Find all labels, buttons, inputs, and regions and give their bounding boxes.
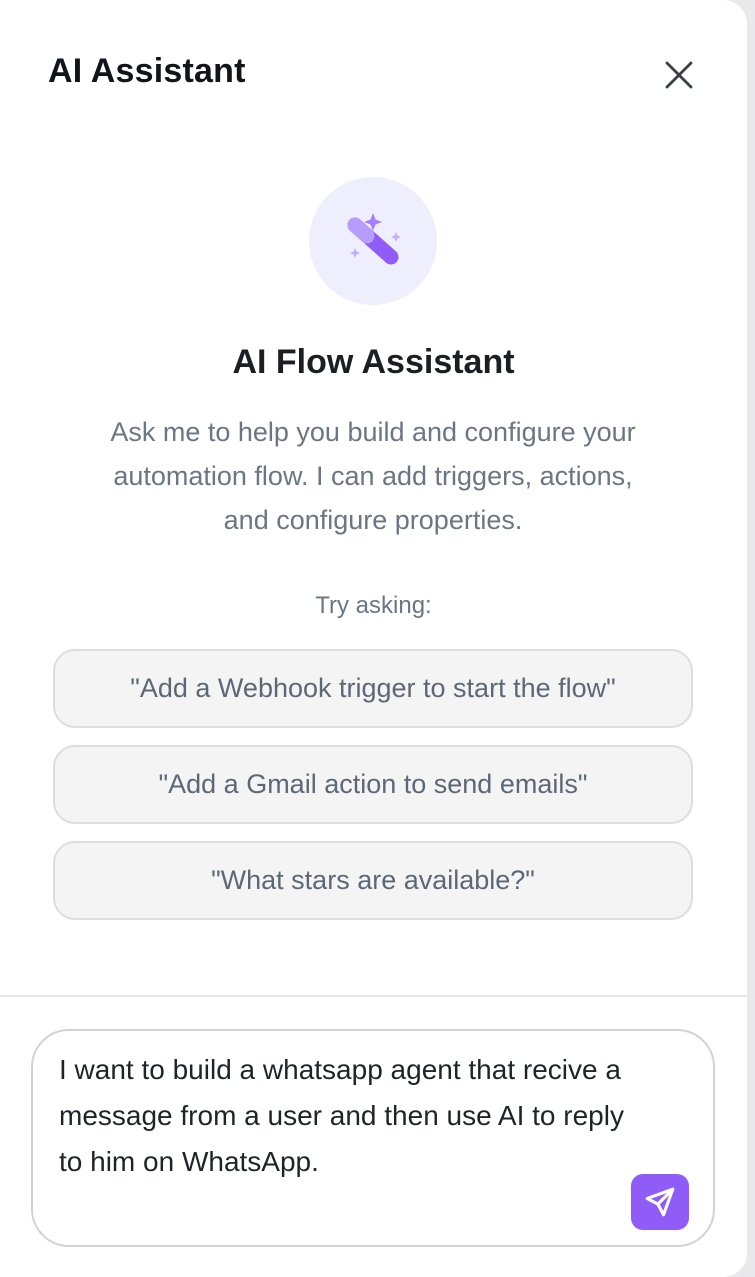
try-asking-label: Try asking: (315, 592, 432, 619)
suggestion-webhook-trigger[interactable]: "Add a Webhook trigger to start the flow… (53, 649, 693, 728)
hero-description: Ask me to help you build and configure y… (110, 417, 636, 535)
send-icon (645, 1187, 675, 1217)
panel-title: AI Assistant (48, 52, 246, 90)
message-input[interactable]: I want to build a whatsapp agent that re… (59, 1047, 629, 1185)
suggestion-available-stars[interactable]: "What stars are available?" (53, 841, 693, 920)
ai-assistant-panel: AI Assistant AI Flow Assistant Ask me to… (0, 0, 747, 1277)
suggestion-gmail-action[interactable]: "Add a Gmail action to send emails" (53, 745, 693, 824)
panel-header: AI Assistant (0, 0, 747, 150)
hero-title: AI Flow Assistant (232, 343, 515, 381)
magic-wand-icon (347, 213, 401, 265)
message-composer[interactable]: I want to build a whatsapp agent that re… (31, 1029, 715, 1247)
hero-icon-badge (309, 177, 437, 305)
composer-divider (0, 995, 747, 997)
close-button[interactable] (656, 52, 702, 98)
send-button[interactable] (631, 1174, 689, 1230)
close-icon (665, 61, 693, 89)
